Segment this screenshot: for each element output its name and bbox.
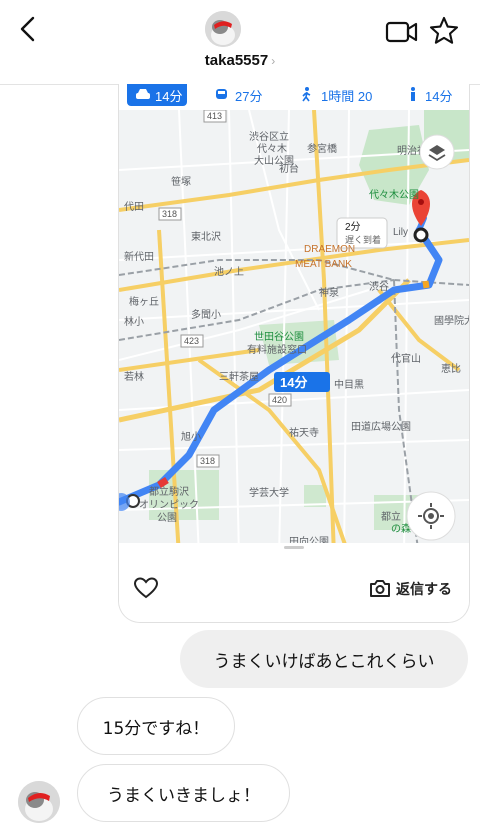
svg-text:代官山: 代官山 — [391, 352, 421, 365]
svg-text:参宮橋: 参宮橋 — [307, 142, 337, 155]
svg-text:多聞小: 多聞小 — [191, 308, 221, 321]
reply-button[interactable]: 返信する — [396, 579, 452, 599]
tab-car[interactable]: 14分 — [127, 84, 187, 106]
svg-text:神泉: 神泉 — [319, 286, 339, 299]
avatar[interactable] — [205, 11, 241, 47]
heart-icon[interactable] — [133, 576, 159, 600]
svg-text:代々木公園: 代々木公園 — [369, 189, 419, 201]
star-icon[interactable] — [428, 15, 460, 47]
message-incoming[interactable]: 15分ですね！ — [77, 697, 235, 755]
svg-text:梅ヶ丘: 梅ヶ丘 — [129, 295, 159, 308]
camera-icon[interactable] — [369, 578, 391, 598]
map-share-message[interactable]: 14分 27分 1時間 20 14分 2分 遅く到着 14分 渋谷区立 代々木 … — [118, 84, 470, 623]
walk-icon — [302, 87, 311, 102]
svg-text:笹塚: 笹塚 — [171, 175, 191, 188]
svg-text:423: 423 — [184, 336, 199, 346]
svg-text:有料施設窓口: 有料施設窓口 — [247, 343, 307, 356]
svg-text:祐天寺: 祐天寺 — [289, 426, 319, 439]
svg-text:渋谷: 渋谷 — [369, 280, 389, 293]
sender-avatar[interactable] — [18, 781, 60, 823]
travel-mode-tabs: 14分 27分 1時間 20 14分 — [119, 84, 469, 110]
chevron-left-icon[interactable] — [14, 14, 44, 44]
svg-text:オリンピック: オリンピック — [139, 499, 199, 511]
svg-text:恵比: 恵比 — [441, 362, 461, 375]
chat-header: taka5557 › — [0, 0, 480, 85]
svg-text:DRAEMON: DRAEMON — [304, 244, 355, 255]
svg-text:國學院大: 國學院大 — [434, 314, 469, 327]
person-icon — [411, 87, 415, 101]
svg-text:旭小: 旭小 — [181, 431, 201, 443]
svg-text:420: 420 — [272, 395, 287, 405]
message-outgoing[interactable]: うまくいけばあとこれくらい — [180, 630, 468, 688]
svg-text:都立駒沢: 都立駒沢 — [149, 485, 189, 498]
svg-text:代田: 代田 — [124, 201, 144, 213]
svg-text:渋谷区立: 渋谷区立 — [249, 130, 289, 143]
svg-text:三軒茶屋: 三軒茶屋 — [219, 370, 259, 383]
route-map[interactable]: 2分 遅く到着 14分 渋谷区立 代々木 大山公園 初台 参宮橋 明治神 笹塚 … — [119, 110, 469, 556]
svg-text:新代田: 新代田 — [124, 250, 154, 263]
train-icon — [216, 89, 227, 99]
svg-text:318: 318 — [162, 209, 177, 219]
svg-text:林小: 林小 — [124, 315, 144, 328]
svg-text:田道広場公園: 田道広場公園 — [351, 420, 411, 433]
svg-text:池ノ上: 池ノ上 — [214, 265, 244, 278]
svg-text:初台: 初台 — [279, 162, 299, 175]
chevron-right-icon: › — [271, 54, 276, 68]
route-time-badge: 14分 — [280, 375, 307, 390]
username-link[interactable]: taka5557 › — [0, 52, 480, 69]
message-incoming[interactable]: うまくいきましょ！ — [77, 764, 290, 822]
svg-text:学芸大学: 学芸大学 — [249, 486, 289, 499]
svg-text:MEAT BANK: MEAT BANK — [295, 259, 352, 270]
video-camera-icon[interactable] — [385, 17, 419, 47]
svg-text:公園: 公園 — [157, 512, 177, 524]
svg-text:413: 413 — [207, 111, 222, 121]
svg-text:若林: 若林 — [124, 370, 144, 383]
svg-text:世田谷公園: 世田谷公園 — [254, 331, 304, 343]
car-icon — [136, 89, 150, 99]
svg-text:代々木: 代々木 — [257, 143, 287, 155]
svg-text:東北沢: 東北沢 — [191, 230, 221, 243]
svg-text:Lily: Lily — [393, 227, 408, 238]
svg-text:都立: 都立 — [381, 510, 401, 523]
tooltip-time: 2分 — [345, 221, 361, 233]
svg-text:中目黒: 中目黒 — [334, 378, 364, 391]
username: taka5557 — [204, 52, 269, 69]
layers-button — [419, 134, 455, 170]
my-location-button — [406, 491, 456, 541]
reply-row: 返信する — [119, 556, 469, 622]
svg-text:318: 318 — [200, 456, 215, 466]
